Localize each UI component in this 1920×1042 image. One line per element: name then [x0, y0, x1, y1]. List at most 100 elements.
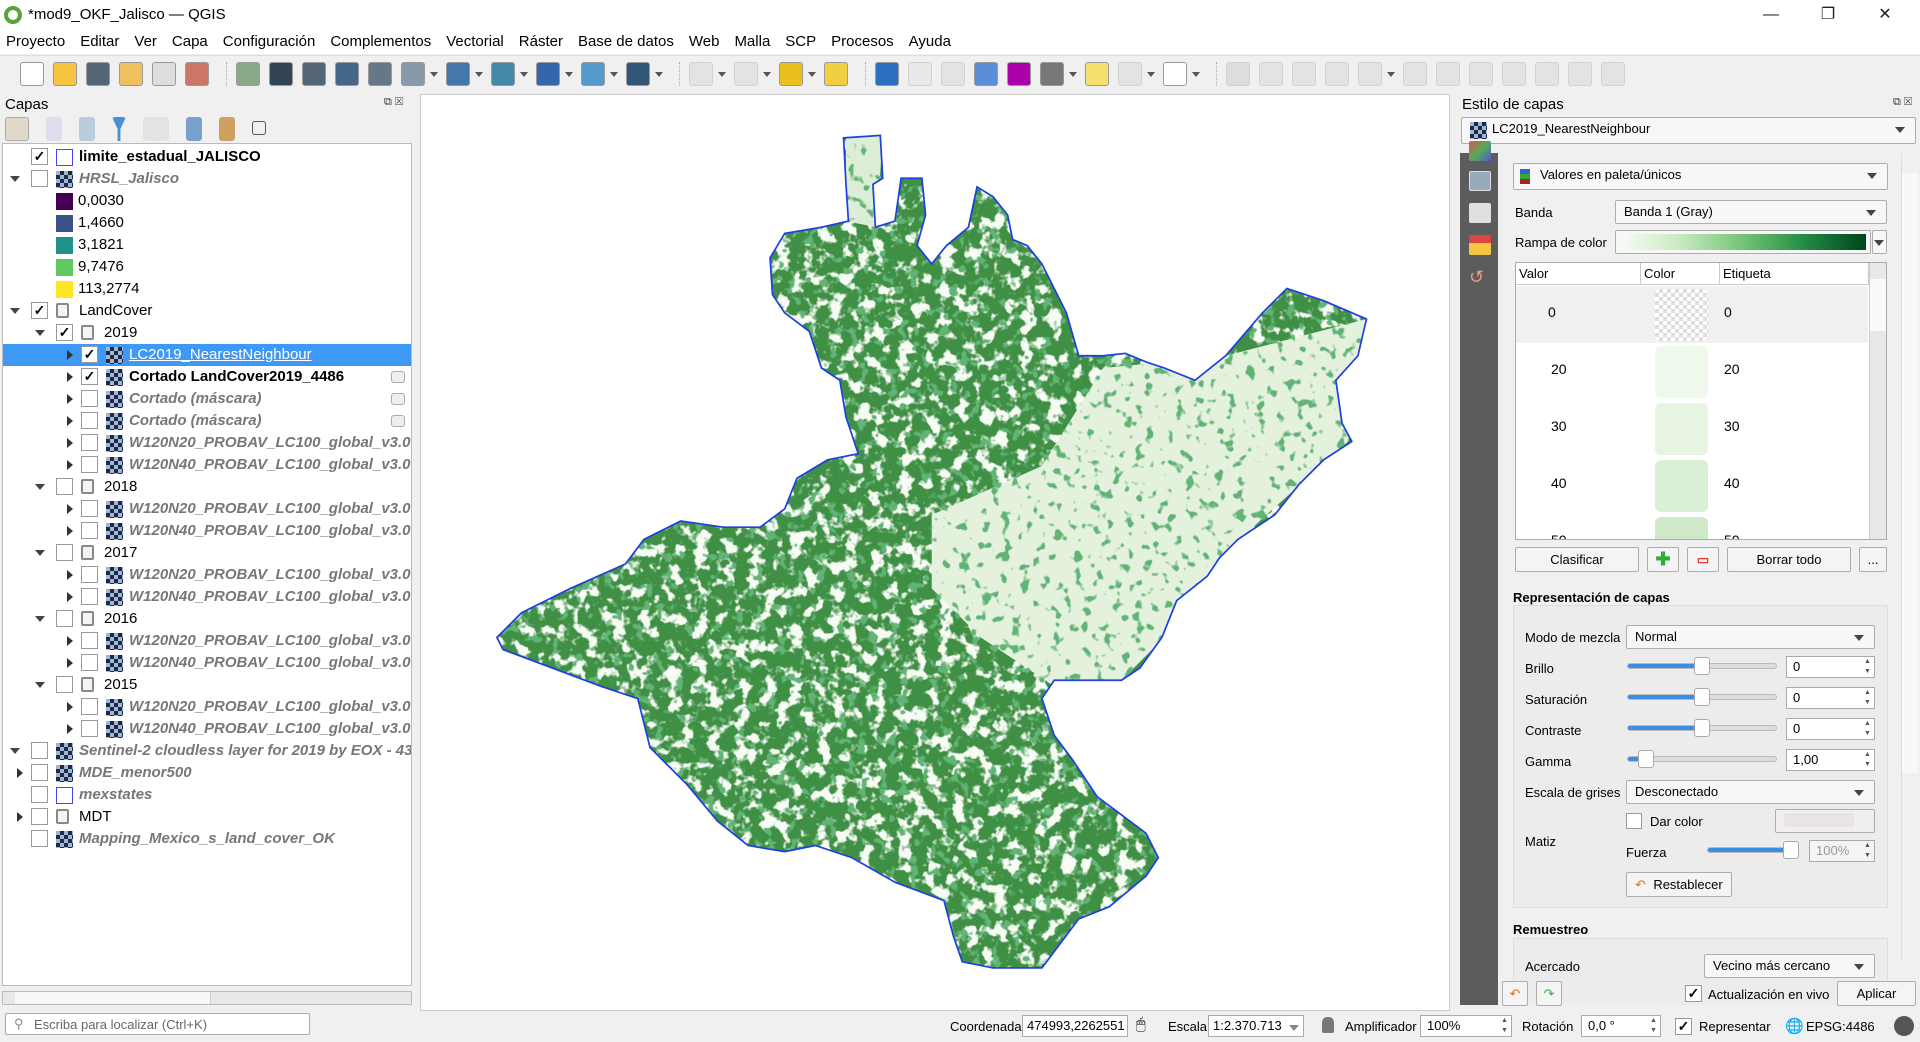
expand-arrow-icon[interactable] — [67, 570, 73, 580]
slider-handle[interactable] — [1783, 841, 1799, 859]
new-project-icon[interactable] — [20, 62, 44, 86]
palette-row[interactable]: 30 30 — [1516, 400, 1868, 457]
collapse-arrow-icon[interactable] — [35, 330, 45, 336]
palette-row[interactable]: 50 50 — [1516, 514, 1868, 539]
dropdown-arrow-icon[interactable] — [1147, 71, 1155, 77]
layer-tree-item[interactable]: 2018 — [3, 476, 411, 498]
layer-tree-item[interactable]: W120N40_PROBAV_LC100_global_v3.0. — [3, 652, 411, 674]
more-options-button[interactable]: ... — [1859, 547, 1887, 572]
palette-color-swatch[interactable] — [1655, 517, 1708, 539]
lock-scale-icon[interactable] — [1322, 1017, 1334, 1033]
close-button[interactable]: ✕ — [1862, 0, 1908, 29]
reset-button[interactable]: ↶ Restablecer — [1626, 872, 1732, 897]
palette-label[interactable]: 40 — [1724, 475, 1740, 491]
layer-visibility-checkbox[interactable] — [56, 478, 73, 495]
crs-button[interactable]: EPSG:4486 — [1806, 1019, 1875, 1034]
layer-visibility-checkbox[interactable] — [56, 676, 73, 693]
delete-all-button[interactable]: Borrar todo — [1727, 547, 1851, 572]
delete-icon[interactable] — [1436, 62, 1460, 86]
add-wms-icon[interactable] — [491, 62, 515, 86]
col-header-label[interactable]: Etiqueta — [1720, 263, 1869, 285]
layer-tree-item[interactable]: 3,1821 — [3, 234, 411, 256]
slider-handle[interactable] — [1694, 657, 1710, 675]
layer-tree-item[interactable]: 2016 — [3, 608, 411, 630]
saturation-slider[interactable] — [1627, 688, 1777, 706]
scrollbar-thumb[interactable] — [15, 992, 211, 1004]
style-panel-icon[interactable] — [5, 117, 29, 141]
menu-web[interactable]: Web — [689, 33, 720, 50]
embedded-widget-indicator-icon[interactable] — [391, 393, 405, 405]
palette-value[interactable]: 40 — [1551, 475, 1567, 491]
magnifier-spinbox[interactable]: 100% — [1420, 1015, 1512, 1037]
menu-editar[interactable]: Editar — [80, 33, 119, 50]
color-ramp-select[interactable] — [1615, 230, 1871, 254]
collapse-arrow-icon[interactable] — [35, 550, 45, 556]
rotation-spinbox[interactable]: 0,0 ° — [1581, 1015, 1661, 1037]
layer-visibility-checkbox[interactable] — [81, 654, 98, 671]
layer-visibility-checkbox[interactable] — [31, 830, 48, 847]
statistics-icon[interactable] — [941, 62, 965, 86]
map-canvas[interactable] — [420, 94, 1450, 1011]
layer-visibility-checkbox[interactable] — [31, 808, 48, 825]
collapse-arrow-icon[interactable] — [35, 682, 45, 688]
expand-arrow-icon[interactable] — [67, 526, 73, 536]
layer-visibility-checkbox[interactable] — [81, 588, 98, 605]
slider-handle[interactable] — [1694, 719, 1710, 737]
menu-ver[interactable]: Ver — [134, 33, 157, 50]
identify-icon[interactable] — [875, 62, 899, 86]
minimize-button[interactable]: — — [1748, 0, 1794, 29]
layer-visibility-checkbox[interactable]: ✓ — [81, 368, 98, 385]
menu-vectorial[interactable]: Vectorial — [446, 33, 504, 50]
float-close-icons[interactable]: ⧉ ☒ — [1893, 96, 1912, 109]
grayscale-select[interactable]: Desconectado — [1626, 780, 1875, 804]
filter-icon[interactable] — [112, 117, 126, 141]
col-header-color[interactable]: Color — [1641, 263, 1720, 285]
layer-tree-item[interactable]: 0,0030 — [3, 190, 411, 212]
layer-visibility-checkbox[interactable] — [81, 390, 98, 407]
add-delimited-text-icon[interactable] — [335, 62, 359, 86]
expand-arrow-icon[interactable] — [67, 702, 73, 712]
palette-label[interactable]: 0 — [1724, 304, 1732, 320]
palette-label[interactable]: 30 — [1724, 418, 1740, 434]
embedded-widget-indicator-icon[interactable] — [391, 371, 405, 383]
band-select[interactable]: Banda 1 (Gray) — [1615, 200, 1887, 224]
colorize-color-button[interactable] — [1775, 809, 1875, 833]
menu-ráster[interactable]: Ráster — [519, 33, 563, 50]
remove-layer-icon[interactable] — [252, 121, 266, 135]
table-scrollbar[interactable] — [1869, 263, 1886, 539]
open-table-icon[interactable] — [908, 62, 932, 86]
slider-handle[interactable] — [1637, 750, 1654, 768]
layer-tree-item[interactable]: mexstates — [3, 784, 411, 806]
sum-icon[interactable] — [1007, 62, 1031, 86]
renderer-type-select[interactable]: Valores en paleta/únicos — [1513, 163, 1888, 190]
layer-tree-item[interactable]: MDE_menor500 — [3, 762, 411, 784]
dropdown-arrow-icon[interactable] — [808, 71, 816, 77]
expand-arrow-icon[interactable] — [67, 350, 73, 360]
add-virtual-layer-icon[interactable] — [401, 62, 425, 86]
map-tips-icon[interactable] — [1085, 62, 1109, 86]
layer-visibility-checkbox[interactable]: ✓ — [31, 302, 48, 319]
open-project-icon[interactable] — [53, 62, 77, 86]
palette-color-swatch[interactable] — [1655, 460, 1708, 512]
layer-visibility-checkbox[interactable]: ✓ — [81, 346, 98, 363]
visibility-icon[interactable] — [79, 117, 95, 141]
gamma-spinbox[interactable]: 1,00 — [1786, 749, 1875, 771]
dropdown-arrow-icon[interactable] — [655, 71, 663, 77]
expression-filter-icon[interactable] — [143, 117, 169, 141]
coordinate-field[interactable]: 474993,2262551 — [1022, 1015, 1128, 1037]
expand-arrow-icon[interactable] — [67, 460, 73, 470]
panel-scrollbar-thumb[interactable] — [1902, 173, 1918, 773]
zoomed-in-select[interactable]: Vecino más cercano — [1704, 954, 1875, 978]
palette-row[interactable]: 0 0 — [1516, 286, 1868, 343]
palette-row[interactable]: 20 20 — [1516, 343, 1868, 400]
layer-tree-item[interactable]: ✓ limite_estadual_JALISCO — [3, 146, 411, 168]
paste-icon[interactable] — [1535, 62, 1559, 86]
layer-visibility-checkbox[interactable] — [81, 434, 98, 451]
rendering-icon[interactable] — [1469, 235, 1491, 255]
layer-tree-item[interactable]: ✓ 2019 — [3, 322, 411, 344]
menu-proyecto[interactable]: Proyecto — [6, 33, 65, 50]
strength-spinbox[interactable]: 100% — [1809, 840, 1875, 862]
dropdown-arrow-icon[interactable] — [565, 71, 573, 77]
contrast-spinbox[interactable]: 0 — [1786, 718, 1875, 740]
table-scrollbar-thumb[interactable] — [1870, 279, 1886, 331]
